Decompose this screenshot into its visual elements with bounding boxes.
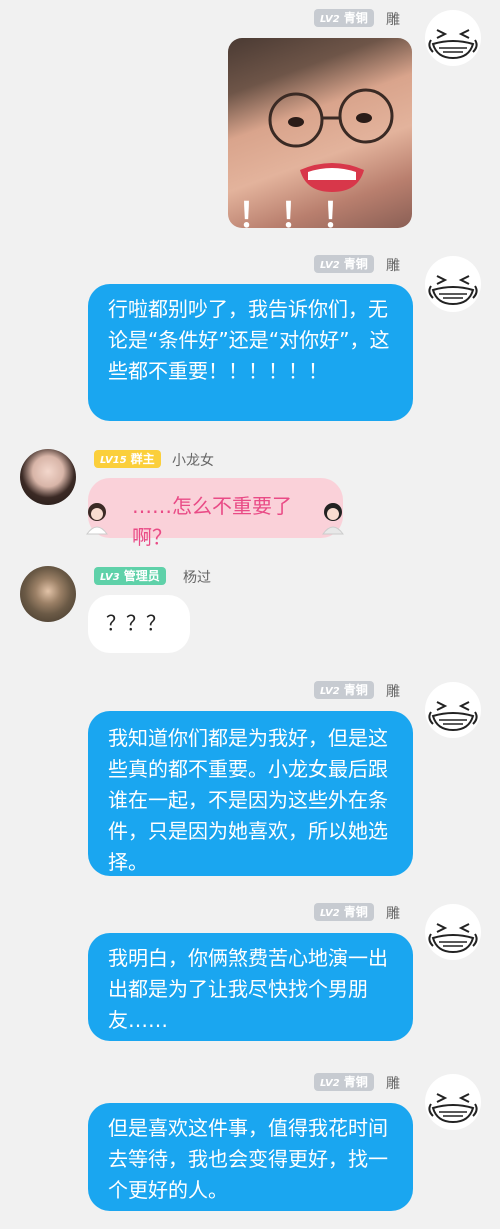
level-badge: LV3 管理员 xyxy=(94,567,166,585)
avatar-doodle-icon[interactable] xyxy=(425,10,481,66)
sender-name: 雕 xyxy=(386,258,400,274)
message-bubble[interactable]: 行啦都别吵了，我告诉你们，无论是“条件好”还是“对你好”，这些都不重要！！！！！… xyxy=(88,284,413,421)
avatar-doodle-icon[interactable] xyxy=(425,256,481,312)
sender-name: 雕 xyxy=(386,684,400,700)
message-bubble[interactable]: 但是喜欢这件事，值得我花时间去等待，我也会变得更好，找一个更好的人。 xyxy=(88,1103,413,1211)
avatar-xiaolongnv[interactable] xyxy=(20,449,76,505)
message-text: ……怎么不重要了啊？ xyxy=(132,494,292,549)
sender-name: 小龙女 xyxy=(172,453,214,469)
avatar-doodle-icon[interactable] xyxy=(425,904,481,960)
sticker-boy-icon xyxy=(322,503,344,535)
sender-name: 雕 xyxy=(386,906,400,922)
level-badge: LV2 青铜 xyxy=(314,9,374,27)
chat-screen: { "messages": [ {"badge_level":"LV2","ba… xyxy=(0,0,500,1229)
avatar-doodle-icon[interactable] xyxy=(425,1074,481,1130)
avatar-doodle-icon[interactable] xyxy=(425,682,481,738)
level-badge: LV2 青铜 xyxy=(314,903,374,921)
level-badge: LV2 青铜 xyxy=(314,681,374,699)
sender-name: 雕 xyxy=(386,1076,400,1092)
sticker-girl-icon xyxy=(86,503,108,535)
sender-name: 杨过 xyxy=(183,570,211,586)
level-badge: LV2 青铜 xyxy=(314,1073,374,1091)
image-caption: ！！！ xyxy=(238,196,364,228)
level-badge: LV2 青铜 xyxy=(314,255,374,273)
message-bubble[interactable]: ……怎么不重要了啊？ xyxy=(88,478,343,549)
sender-name: 雕 xyxy=(386,12,400,28)
level-badge: LV15 群主 xyxy=(94,450,161,468)
photo-message[interactable]: ！！！ xyxy=(228,38,412,228)
message-bubble[interactable]: 我明白，你俩煞费苦心地演一出出都是为了让我尽快找个男朋友…… xyxy=(88,933,413,1041)
message-bubble[interactable]: ？？？ xyxy=(88,595,190,653)
message-bubble[interactable]: 我知道你们都是为我好，但是这些真的都不重要。小龙女最后跟谁在一起，不是因为这些外… xyxy=(88,711,413,876)
avatar-yangguo[interactable] xyxy=(20,566,76,622)
